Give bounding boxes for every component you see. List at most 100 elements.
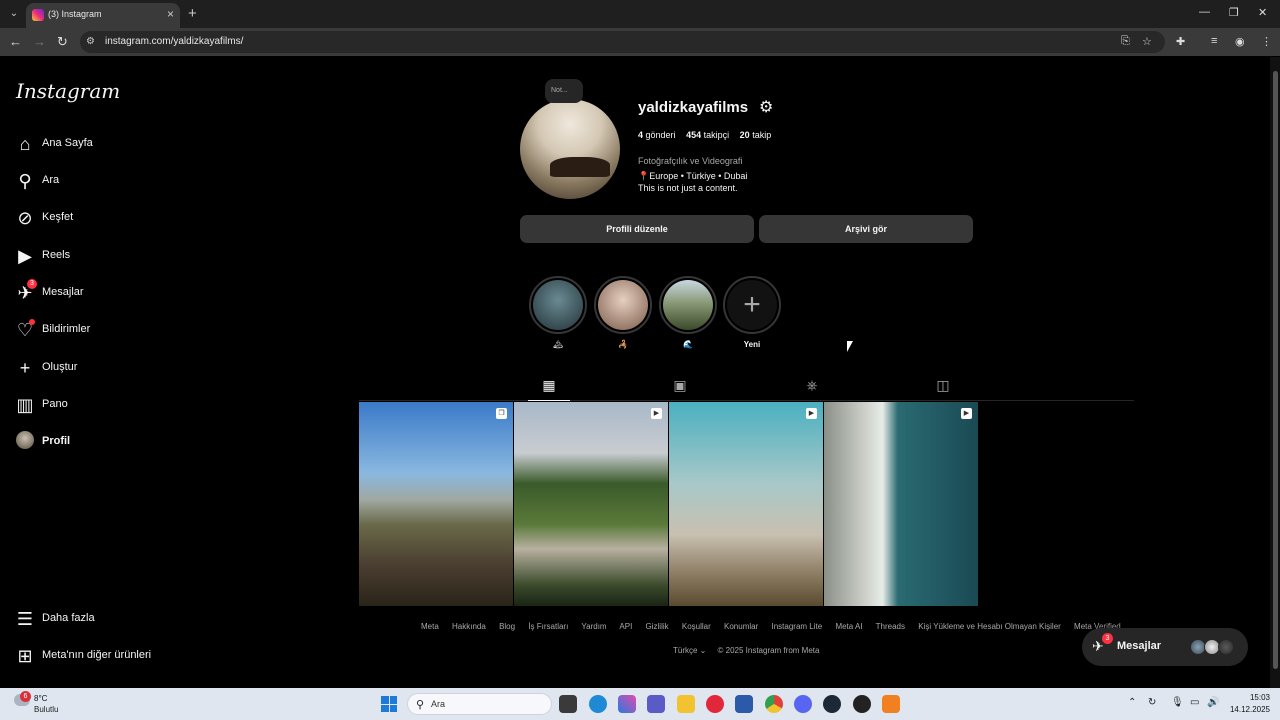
footer-link[interactable]: İş Fırsatları: [528, 622, 568, 631]
discord-icon[interactable]: [794, 695, 812, 713]
app-icon[interactable]: [882, 695, 900, 713]
opera-icon[interactable]: [706, 695, 724, 713]
taskbar-search[interactable]: ⚲ Ara: [407, 693, 552, 715]
network-icon[interactable]: ▭: [1190, 697, 1199, 708]
weather-condition[interactable]: Bulutlu: [34, 705, 58, 714]
profile-icon[interactable]: ◉: [1235, 35, 1245, 48]
footer-link[interactable]: Yardım: [581, 622, 606, 631]
sync-icon[interactable]: ↻: [1148, 697, 1156, 708]
copilot-icon[interactable]: [618, 695, 636, 713]
footer-link[interactable]: Meta: [421, 622, 439, 631]
followers-stat[interactable]: 454 takipçi: [686, 130, 729, 140]
profile-category: Fotoğrafçılık ve Videografi: [638, 156, 743, 166]
instagram-logo[interactable]: Instagram: [16, 79, 120, 103]
forward-button[interactable]: →: [33, 34, 46, 49]
tab-tagged[interactable]: ◫: [922, 377, 964, 401]
footer-link[interactable]: API: [619, 622, 632, 631]
close-window-button[interactable]: ✕: [1258, 6, 1267, 19]
sidebar-item-profile[interactable]: Profil: [14, 429, 194, 459]
start-button[interactable]: [381, 696, 397, 712]
language-select[interactable]: Türkçe ⌄: [673, 646, 706, 655]
reel-icon: ▶: [651, 408, 662, 419]
sidebar-item-messages[interactable]: ✈ 3 Mesajlar: [14, 279, 194, 310]
note-bubble[interactable]: Not...: [545, 79, 583, 103]
weather-temp[interactable]: 8°C: [34, 694, 47, 703]
footer-link[interactable]: Blog: [499, 622, 515, 631]
search-icon: ⚲: [18, 171, 32, 191]
address-bar[interactable]: ⚙ instagram.com/yaldizkayafilms/: [80, 31, 1165, 53]
post-thumbnail[interactable]: ▶: [824, 402, 978, 606]
tab-posts[interactable]: ▦: [528, 377, 570, 401]
highlight-2[interactable]: [594, 276, 652, 334]
settings-gear-icon[interactable]: ⚙: [759, 97, 773, 117]
footer-link[interactable]: Threads: [876, 622, 905, 631]
sidebar-item-create[interactable]: + Oluştur: [14, 355, 194, 385]
browser-menu-icon[interactable]: ⋮: [1261, 35, 1272, 48]
highlight-cover: [598, 280, 648, 330]
teams-icon[interactable]: [647, 695, 665, 713]
footer-link[interactable]: Instagram Lite: [772, 622, 823, 631]
minimize-button[interactable]: —: [1199, 6, 1210, 18]
post-thumbnail[interactable]: ▶: [669, 402, 823, 606]
post-thumbnail[interactable]: ▶: [514, 402, 668, 606]
tabs-divider: [359, 400, 1134, 401]
site-info-icon[interactable]: ⚙: [86, 36, 95, 47]
sidebar-item-more[interactable]: ☰ Daha fazla: [14, 606, 194, 636]
dashboard-icon: ▥: [16, 395, 34, 415]
file-explorer-icon[interactable]: [677, 695, 695, 713]
new-highlight-button[interactable]: +: [723, 276, 781, 334]
sidebar-item-label: Reels: [42, 249, 71, 261]
back-button[interactable]: ←: [9, 34, 22, 49]
footer-link[interactable]: Koşullar: [682, 622, 711, 631]
restore-button[interactable]: ❐: [1229, 6, 1239, 19]
browser-tab[interactable]: (3) Instagram ×: [26, 3, 180, 28]
extensions-icon[interactable]: ✚: [1176, 35, 1185, 48]
highlight-label: 🦂: [618, 340, 628, 349]
post-thumbnail[interactable]: ❐: [359, 402, 513, 606]
chevron-up-icon[interactable]: ⌃: [1128, 697, 1136, 708]
new-tab-button[interactable]: +: [188, 5, 197, 22]
store-icon[interactable]: [735, 695, 753, 713]
footer-link[interactable]: Hakkında: [452, 622, 486, 631]
media-control-icon[interactable]: ≡: [1211, 35, 1217, 47]
highlight-3[interactable]: [659, 276, 717, 334]
view-archive-button[interactable]: Arşivi gör: [759, 215, 973, 243]
chrome-icon[interactable]: [765, 695, 783, 713]
highlight-cover: [533, 280, 583, 330]
footer-link[interactable]: Kişi Yükleme ve Hesabı Olmayan Kişiler: [918, 622, 1061, 631]
footer-link[interactable]: Meta AI: [835, 622, 862, 631]
profile-avatar[interactable]: [520, 99, 620, 199]
following-stat[interactable]: 20 takip: [740, 130, 772, 140]
tab-saved[interactable]: ⎈: [791, 377, 833, 401]
sidebar-item-dashboard[interactable]: ▥ Pano: [14, 392, 194, 422]
sidebar-item-notifications[interactable]: ♡ Bildirimler: [14, 317, 194, 347]
clock-date[interactable]: 14.12.2025: [1224, 705, 1270, 714]
reels-tab-icon: ▣: [673, 377, 687, 393]
avatar: [16, 431, 34, 449]
messages-pill[interactable]: ✈ 3 Mesajlar: [1082, 628, 1248, 666]
bookmark-star-icon[interactable]: ☆: [1142, 35, 1152, 48]
close-tab-icon[interactable]: ×: [167, 7, 174, 21]
edge-icon[interactable]: [589, 695, 607, 713]
app-icon[interactable]: [853, 695, 871, 713]
highlight-1[interactable]: [529, 276, 587, 334]
reload-button[interactable]: ↻: [57, 34, 68, 50]
task-view-icon[interactable]: [559, 695, 577, 713]
steam-icon[interactable]: [823, 695, 841, 713]
sidebar-item-home[interactable]: ⌂ Ana Sayfa: [14, 131, 194, 161]
scrollbar-thumb[interactable]: [1273, 71, 1278, 669]
scrollbar[interactable]: [1270, 57, 1280, 688]
tab-list-button[interactable]: ⌄: [6, 6, 22, 22]
edit-profile-button[interactable]: Profili düzenle: [520, 215, 754, 243]
clock-time[interactable]: 15:03: [1232, 693, 1270, 702]
microphone-icon[interactable]: 🎙: [1171, 697, 1184, 708]
sidebar-item-reels[interactable]: ▶ Reels: [14, 243, 194, 273]
install-app-icon[interactable]: ⎘: [1121, 35, 1130, 48]
sidebar-item-meta-products[interactable]: ⊞ Meta'nın diğer ürünleri: [14, 643, 194, 673]
tab-reels[interactable]: ▣: [659, 377, 701, 401]
footer-link[interactable]: Gizlilik: [646, 622, 669, 631]
sidebar-item-search[interactable]: ⚲ Ara: [14, 168, 194, 198]
footer-link[interactable]: Konumlar: [724, 622, 758, 631]
volume-icon[interactable]: 🔊: [1207, 697, 1219, 708]
sidebar-item-explore[interactable]: ⊘ Keşfet: [14, 205, 194, 235]
